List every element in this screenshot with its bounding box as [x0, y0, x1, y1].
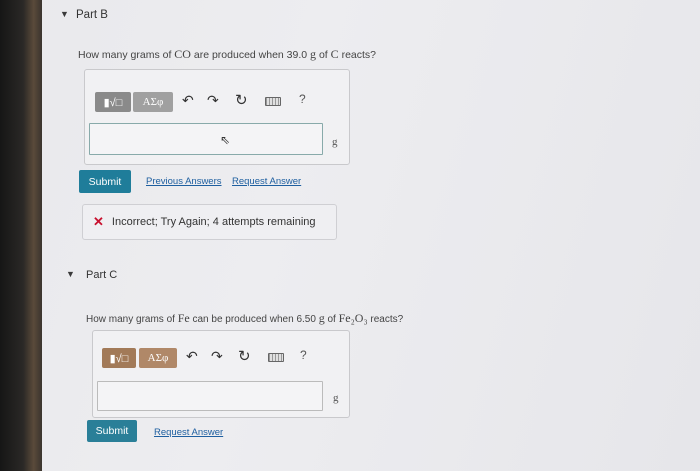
templates-button[interactable]: ▮√□: [95, 92, 131, 112]
assignment-page: ▼ Part B How many grams of CO are produc…: [42, 0, 700, 471]
part-b-title[interactable]: Part B: [76, 9, 108, 21]
screen-bezel: [0, 0, 42, 471]
part-c-answer-input[interactable]: [97, 381, 323, 411]
reset-icon[interactable]: ↻: [235, 91, 248, 109]
part-b-question: How many grams of CO are produced when 3…: [78, 47, 377, 61]
part-b-answer-input[interactable]: [89, 123, 323, 155]
part-b-submit-button[interactable]: Submit: [79, 170, 131, 193]
part-b-unit: g: [332, 136, 338, 148]
symbols-button[interactable]: ΑΣφ: [139, 348, 177, 368]
feedback-text: Incorrect; Try Again; 4 attempts remaini…: [111, 216, 316, 228]
part-c-unit: g: [333, 392, 339, 404]
part-c-title[interactable]: Part C: [86, 269, 117, 281]
collapse-caret-icon[interactable]: ▼: [66, 269, 75, 279]
part-c-submit-button[interactable]: Submit: [87, 420, 137, 442]
help-button[interactable]: ?: [299, 92, 306, 106]
part-b-answer-box: ▮√□ ΑΣφ ↶ ↷ ↻ ? ⇖ g: [84, 69, 350, 165]
keyboard-icon[interactable]: [265, 97, 281, 106]
undo-icon[interactable]: ↶: [186, 348, 198, 365]
part-c-request-answer-link[interactable]: Request Answer: [154, 427, 223, 438]
previous-answers-link[interactable]: Previous Answers: [146, 176, 222, 187]
part-b-request-answer-link[interactable]: Request Answer: [232, 176, 301, 187]
reset-icon[interactable]: ↻: [238, 347, 251, 365]
templates-button[interactable]: ▮√□: [102, 348, 136, 368]
keyboard-icon[interactable]: [268, 353, 284, 362]
mouse-cursor-icon: ⇖: [220, 133, 231, 147]
feedback-message: ✕ Incorrect; Try Again; 4 attempts remai…: [82, 204, 337, 240]
collapse-caret-icon[interactable]: ▼: [60, 9, 69, 19]
undo-icon[interactable]: ↶: [182, 92, 194, 109]
part-c-answer-box: ▮√□ ΑΣφ ↶ ↷ ↻ ? g: [92, 330, 350, 418]
symbols-button[interactable]: ΑΣφ: [133, 92, 173, 112]
redo-icon[interactable]: ↷: [211, 348, 223, 365]
part-c-question: How many grams of Fe can be produced whe…: [86, 311, 404, 325]
incorrect-x-icon: ✕: [93, 214, 104, 229]
help-button[interactable]: ?: [300, 348, 307, 362]
redo-icon[interactable]: ↷: [207, 92, 219, 109]
